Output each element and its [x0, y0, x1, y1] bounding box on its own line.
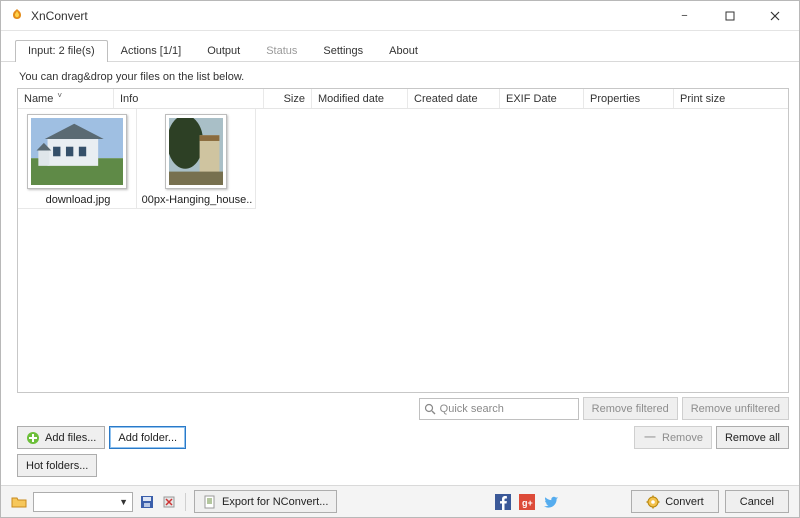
maximize-icon — [725, 11, 735, 21]
add-files-label: Add files... — [45, 432, 96, 444]
col-size[interactable]: Size — [264, 89, 312, 108]
svg-text:g+: g+ — [522, 498, 533, 508]
quick-search-input[interactable]: Quick search — [419, 398, 579, 420]
app-icon — [9, 8, 25, 24]
close-button[interactable] — [752, 1, 797, 30]
folder-open-icon — [11, 494, 27, 510]
hot-folders-button[interactable]: Hot folders... — [17, 454, 97, 477]
open-preset-button[interactable] — [11, 494, 27, 510]
minimize-button[interactable]: − — [662, 1, 707, 30]
drag-drop-hint: You can drag&drop your files on the list… — [19, 71, 789, 83]
convert-gear-icon — [646, 495, 660, 509]
file-item[interactable]: download.jpg — [18, 109, 137, 209]
export-nconvert-button[interactable]: Export for NConvert... — [194, 490, 337, 513]
file-item[interactable]: 00px-Hanging_house.. — [136, 109, 256, 209]
delete-icon — [161, 494, 177, 510]
filter-row: Quick search Remove filtered Remove unfi… — [17, 397, 789, 420]
convert-label: Convert — [665, 496, 704, 508]
remove-button[interactable]: — Remove — [634, 426, 712, 449]
twitter-icon — [543, 494, 559, 510]
col-name-label: Name — [24, 93, 53, 105]
bottom-toolbar: ▼ Export for NConvert... g+ — [1, 485, 799, 517]
separator — [185, 493, 186, 511]
window-title: XnConvert — [31, 9, 662, 23]
twitter-link[interactable] — [543, 494, 559, 510]
export-nconvert-label: Export for NConvert... — [222, 496, 328, 508]
social-links: g+ — [495, 494, 559, 510]
plus-icon — [26, 431, 40, 445]
remove-label: Remove — [662, 432, 703, 444]
floppy-icon — [139, 494, 155, 510]
col-modified[interactable]: Modified date — [312, 89, 408, 108]
tab-bar: Input: 2 file(s) Actions [1/1] Output St… — [1, 31, 799, 62]
facebook-link[interactable] — [495, 494, 511, 510]
script-icon — [203, 495, 217, 509]
col-info[interactable]: Info — [114, 89, 264, 108]
tab-status: Status — [253, 40, 310, 62]
col-properties[interactable]: Properties — [584, 89, 674, 108]
sort-indicator-icon: ˅ — [57, 91, 62, 100]
preset-combo[interactable]: ▼ — [33, 492, 133, 512]
window-controls: − — [662, 1, 797, 30]
thumbnail-image — [27, 114, 127, 189]
cancel-button[interactable]: Cancel — [725, 490, 789, 513]
input-panel: You can drag&drop your files on the list… — [1, 62, 799, 485]
file-list-area: Name ˅ Info Size Modified date Created d… — [17, 88, 789, 393]
col-created[interactable]: Created date — [408, 89, 500, 108]
title-bar: XnConvert − — [1, 1, 799, 31]
close-icon — [770, 11, 780, 21]
save-preset-button[interactable] — [139, 494, 155, 510]
thumbnail-image — [165, 114, 227, 189]
col-exif[interactable]: EXIF Date — [500, 89, 584, 108]
maximize-button[interactable] — [707, 1, 752, 30]
file-name: 00px-Hanging_house.. — [141, 194, 253, 206]
remove-filtered-button[interactable]: Remove filtered — [583, 397, 678, 420]
hot-folders-row: Hot folders... — [17, 454, 789, 477]
search-placeholder: Quick search — [440, 403, 504, 415]
tab-about[interactable]: About — [376, 40, 431, 62]
tab-settings[interactable]: Settings — [310, 40, 376, 62]
file-name: download.jpg — [22, 194, 134, 206]
tab-input[interactable]: Input: 2 file(s) — [15, 40, 108, 62]
chevron-down-icon: ▼ — [119, 497, 128, 507]
app-window: XnConvert − Input: 2 file(s) Actions [1/… — [0, 0, 800, 518]
gplus-link[interactable]: g+ — [519, 494, 535, 510]
add-files-button[interactable]: Add files... — [17, 426, 105, 449]
add-remove-row: Add files... Add folder... — Remove Remo… — [17, 426, 789, 449]
tab-actions[interactable]: Actions [1/1] — [108, 40, 195, 62]
tab-output[interactable]: Output — [194, 40, 253, 62]
convert-button[interactable]: Convert — [631, 490, 719, 513]
facebook-icon — [495, 494, 511, 510]
column-headers: Name ˅ Info Size Modified date Created d… — [18, 89, 788, 109]
remove-unfiltered-button[interactable]: Remove unfiltered — [682, 397, 789, 420]
search-icon — [424, 403, 436, 415]
minus-icon: — — [643, 431, 657, 445]
col-printsize[interactable]: Print size — [674, 89, 754, 108]
add-folder-button[interactable]: Add folder... — [109, 426, 186, 449]
delete-preset-button[interactable] — [161, 494, 177, 510]
col-name[interactable]: Name ˅ — [18, 89, 114, 108]
remove-all-button[interactable]: Remove all — [716, 426, 789, 449]
thumbnail-grid[interactable]: download.jpg 00px-Hanging_house.. — [18, 109, 788, 392]
gplus-icon: g+ — [519, 494, 535, 510]
